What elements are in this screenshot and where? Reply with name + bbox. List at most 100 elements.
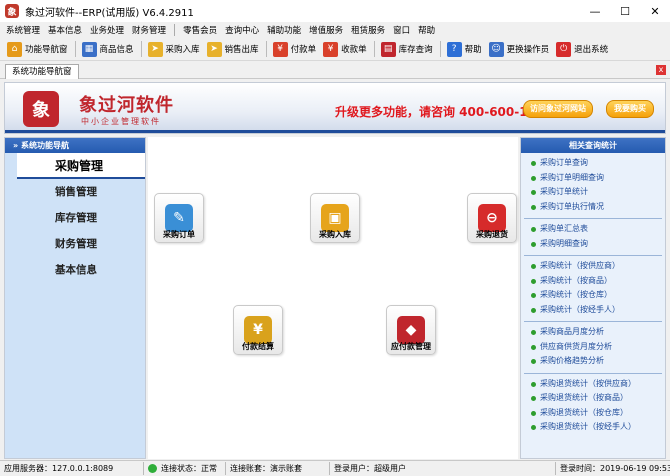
query-link[interactable]: 采购订单统计	[524, 185, 662, 200]
title-bar: 象 象过河软件--ERP(试用版) V6.4.2911 — ☐ ✕	[0, 0, 670, 22]
purchase-in-icon: ➤	[147, 41, 163, 57]
payables-management-button[interactable]: ◆ 应付款管理	[383, 305, 439, 355]
menu-business[interactable]: 业务处理	[90, 24, 124, 36]
help-icon: ?	[446, 41, 462, 57]
query-link[interactable]: 采购退货统计（按仓库）	[524, 406, 662, 421]
menu-value-added[interactable]: 增值服务	[309, 24, 343, 36]
query-link[interactable]: 采购退货统计（按商品）	[524, 391, 662, 406]
query-link[interactable]: 采购统计（按仓库）	[524, 288, 662, 303]
inventory-icon: ▤	[380, 41, 396, 57]
toolbar-sales-out-button[interactable]: ➤ 销售出库	[204, 39, 262, 59]
menu-auxiliary[interactable]: 辅助功能	[267, 24, 301, 36]
query-link[interactable]: 采购统计（按供应商）	[524, 259, 662, 274]
query-link[interactable]: 采购退货统计（按供应商）	[524, 377, 662, 392]
menu-retail[interactable]: 零售会员	[183, 24, 217, 36]
menu-system[interactable]: 系统管理	[6, 24, 40, 36]
app-logo-icon: 象	[5, 4, 19, 18]
status-server: 应用服务器：127.0.0.1:8089	[0, 462, 144, 475]
status-user: 登录用户：超级用户	[330, 462, 556, 475]
query-group: 采购统计（按供应商） 采购统计（按商品） 采购统计（按仓库） 采购统计（按经手人…	[524, 256, 662, 322]
related-queries-panel: 相关查询统计 采购订单查询 采购订单明细查询 采购订单统计 采购订单执行情况 采…	[520, 137, 666, 459]
menu-finance[interactable]: 财务管理	[132, 24, 166, 36]
related-queries-list: 采购订单查询 采购订单明细查询 采购订单统计 采购订单执行情况 采购单汇总表 采…	[521, 153, 665, 458]
nav-item-purchase[interactable]: 采购管理	[17, 153, 145, 179]
query-link[interactable]: 采购订单查询	[524, 156, 662, 171]
purchase-order-button[interactable]: ✎ 采购订单	[151, 193, 207, 243]
status-connection: 连接状态：正常	[144, 462, 226, 475]
connection-ok-icon	[148, 464, 157, 473]
home-icon: ⌂	[7, 41, 22, 57]
payment-settlement-button[interactable]: ¥ 付款结算	[230, 305, 286, 355]
query-group: 采购订单查询 采购订单明细查询 采购订单统计 采购订单执行情况	[524, 153, 662, 219]
query-link[interactable]: 采购价格趋势分析	[524, 354, 662, 369]
toolbar-purchase-in-button[interactable]: ➤ 采购入库	[145, 39, 203, 59]
upgrade-promo: 升级更多功能，请咨询 400-600-1168	[335, 105, 553, 119]
query-group: 采购单汇总表 采购明细查询	[524, 219, 662, 256]
query-link[interactable]: 采购统计（按商品）	[524, 274, 662, 289]
status-account: 连接账套：演示账套	[226, 462, 330, 475]
query-link[interactable]: 采购单汇总表	[524, 222, 662, 237]
toolbar-exit-button[interactable]: ⏻ 退出系统	[553, 39, 611, 59]
nav-item-finance[interactable]: 财务管理	[5, 231, 145, 257]
close-button[interactable]: ✕	[640, 0, 670, 22]
left-navigation-panel: » 系统功能导航 采购管理 销售管理 库存管理 财务管理 基本信息	[4, 137, 146, 459]
menu-help[interactable]: 帮助	[418, 24, 435, 36]
toolbar-inventory-button[interactable]: ▤ 库存查询	[378, 39, 436, 59]
query-link[interactable]: 采购明细查询	[524, 237, 662, 252]
toolbar-help-button[interactable]: ? 帮助	[444, 39, 485, 59]
toolbar-receipt-button[interactable]: ¥ 收款单	[320, 39, 370, 59]
menu-leasing[interactable]: 租赁服务	[351, 24, 385, 36]
purchase-return-icon: ⊖	[478, 204, 506, 232]
exit-icon: ⏻	[556, 41, 572, 57]
purchase-return-button[interactable]: ⊖ 采购退货	[464, 193, 520, 243]
query-link[interactable]: 采购订单明细查询	[524, 171, 662, 186]
toolbar-divider	[373, 41, 375, 57]
function-canvas: ✎ 采购订单 ▣ 采购入库 ⊖ 采购退货 ¥ 付款结算 ◆ 应付款管理	[148, 137, 518, 459]
maximize-button[interactable]: ☐	[610, 0, 640, 22]
tab-close-icon[interactable]: x	[656, 65, 666, 75]
toolbar-switch-user-button[interactable]: ☺ 更换操作员	[486, 39, 553, 59]
brand-name: 象过河软件	[79, 95, 174, 116]
tab-function-navigator[interactable]: 系统功能导航窗	[5, 64, 79, 79]
toolbar-divider	[74, 41, 76, 57]
buy-button[interactable]: 我要购买	[606, 100, 654, 118]
nav-item-sales[interactable]: 销售管理	[5, 179, 145, 205]
toolbar-divider	[439, 41, 441, 57]
status-bar: 应用服务器：127.0.0.1:8089 连接状态：正常 连接账套：演示账套 登…	[0, 460, 670, 476]
query-link[interactable]: 采购订单执行情况	[524, 200, 662, 215]
grid-icon: ▦	[81, 41, 97, 57]
left-nav-header: » 系统功能导航	[5, 138, 145, 153]
toolbar-divider	[265, 41, 267, 57]
window-title: 象过河软件--ERP(试用版) V6.4.2911	[25, 7, 194, 19]
menu-query[interactable]: 查询中心	[225, 24, 259, 36]
query-link[interactable]: 供应商供货月度分析	[524, 340, 662, 355]
query-link[interactable]: 采购商品月度分析	[524, 325, 662, 340]
toolbar-divider	[140, 41, 142, 57]
nav-item-inventory[interactable]: 库存管理	[5, 205, 145, 231]
purchase-in-button[interactable]: ▣ 采购入库	[307, 193, 363, 243]
menu-window[interactable]: 窗口	[393, 24, 410, 36]
query-link[interactable]: 采购退货统计（按经手人）	[524, 420, 662, 435]
toolbar-home-button[interactable]: ⌂ 功能导航窗	[4, 39, 71, 59]
visit-website-button[interactable]: 访问象过河网站	[523, 100, 593, 118]
header-banner: 象 象过河软件 中小企业管理软件 升级更多功能，请咨询 400-600-1168…	[4, 82, 666, 134]
toolbar-payment-button[interactable]: ¥ 付款单	[270, 39, 320, 59]
menu-divider	[174, 24, 176, 36]
minimize-button[interactable]: —	[580, 0, 610, 22]
toolbar-goods-button[interactable]: ▦ 商品信息	[79, 39, 137, 59]
switch-user-icon: ☺	[488, 41, 504, 57]
toolbar: ⌂ 功能导航窗 ▦ 商品信息 ➤ 采购入库 ➤ 销售出库 ¥ 付款单 ¥ 收款单 ▤ 库存查询…	[0, 38, 670, 61]
payables-management-icon: ◆	[397, 316, 425, 344]
left-nav-list: 采购管理 销售管理 库存管理 财务管理 基本信息	[5, 153, 145, 458]
payment-icon: ¥	[272, 41, 288, 57]
status-login-time: 登录时间：2019-06-19 09:53	[560, 464, 670, 473]
sales-out-icon: ➤	[206, 41, 222, 57]
menu-basic-info[interactable]: 基本信息	[48, 24, 82, 36]
payment-settlement-icon: ¥	[244, 316, 272, 344]
app-window: 象 象过河软件--ERP(试用版) V6.4.2911 — ☐ ✕ 系统管理 基…	[0, 0, 670, 476]
purchase-order-icon: ✎	[165, 204, 193, 232]
query-group: 采购商品月度分析 供应商供货月度分析 采购价格趋势分析	[524, 322, 662, 374]
query-link[interactable]: 采购统计（按经手人）	[524, 303, 662, 318]
nav-item-basic-info[interactable]: 基本信息	[5, 257, 145, 283]
menu-bar: 系统管理 基本信息 业务处理 财务管理 零售会员 查询中心 辅助功能 增值服务 …	[0, 22, 670, 38]
